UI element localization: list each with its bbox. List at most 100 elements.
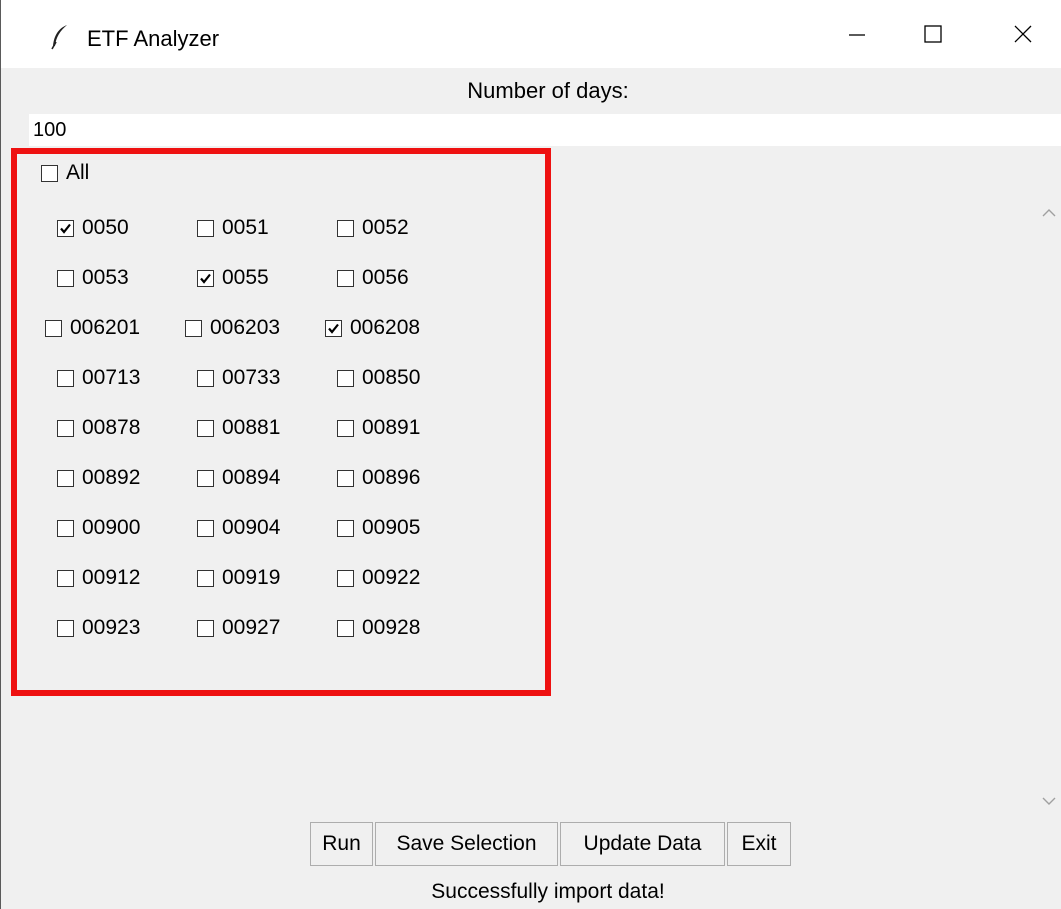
chevron-up-icon[interactable] [1041, 206, 1057, 220]
checkbox-box[interactable] [57, 269, 74, 287]
checkbox-label: 0051 [222, 216, 269, 239]
chevron-down-icon[interactable] [1041, 794, 1057, 808]
checkbox-etf-0052[interactable]: 0052 [337, 215, 409, 241]
checkbox-etf-00896[interactable]: 00896 [337, 465, 420, 491]
checkbox-etf-00881[interactable]: 00881 [197, 415, 280, 441]
maximize-icon [924, 25, 942, 43]
checkbox-label: All [66, 161, 90, 184]
days-label: Number of days: [467, 78, 629, 103]
checkbox-etf-00892[interactable]: 00892 [57, 465, 140, 491]
checkbox-etf-00878[interactable]: 00878 [57, 415, 140, 441]
checkbox-etf-00905[interactable]: 00905 [337, 515, 420, 541]
checkbox-box[interactable] [57, 219, 74, 237]
checkbox-box[interactable] [197, 519, 214, 537]
checkbox-label: 00905 [362, 516, 421, 539]
checkbox-etf-0053[interactable]: 0053 [57, 265, 129, 291]
checkbox-box[interactable] [197, 269, 214, 287]
checkbox-etf-00850[interactable]: 00850 [337, 365, 420, 391]
checkbox-box[interactable] [57, 419, 74, 437]
checkbox-label: 00878 [82, 416, 141, 439]
checkbox-box[interactable] [197, 419, 214, 437]
checkbox-etf-00923[interactable]: 00923 [57, 615, 140, 641]
checkbox-label: 00713 [82, 366, 141, 389]
checkbox-box[interactable] [197, 569, 214, 587]
checkbox-etf-00733[interactable]: 00733 [197, 365, 280, 391]
action-buttons: Run Save Selection Update Data Exit [310, 822, 793, 866]
minimize-icon [849, 34, 865, 36]
days-input[interactable] [29, 114, 1061, 146]
checkbox-box[interactable] [185, 319, 202, 337]
checkbox-box[interactable] [197, 469, 214, 487]
checkbox-box[interactable] [57, 369, 74, 387]
checkbox-label: 006201 [70, 316, 141, 339]
checkbox-box[interactable] [325, 319, 342, 337]
close-icon [1014, 25, 1032, 43]
checkbox-etf-0051[interactable]: 0051 [197, 215, 269, 241]
checkbox-etf-006208[interactable]: 006208 [325, 315, 420, 341]
checkbox-box[interactable] [197, 369, 214, 387]
checkbox-label: 00894 [222, 466, 281, 489]
checkbox-box[interactable] [337, 419, 354, 437]
checkbox-label: 00928 [362, 616, 421, 639]
app-window: ETF Analyzer Number of days: All 0050 0051… [0, 0, 1061, 909]
title-bar[interactable]: ETF Analyzer [1, 0, 1061, 68]
close-button[interactable] [993, 0, 1053, 68]
checkbox-box[interactable] [57, 469, 74, 487]
checkbox-label: 00850 [362, 366, 421, 389]
checkbox-label: 00904 [222, 516, 281, 539]
checkbox-box[interactable] [337, 219, 354, 237]
checkbox-box[interactable] [337, 519, 354, 537]
run-button[interactable]: Run [310, 822, 373, 866]
feather-icon [49, 24, 71, 50]
checkbox-box[interactable] [337, 569, 354, 587]
checkbox-box[interactable] [45, 319, 62, 337]
checkbox-etf-0050[interactable]: 0050 [57, 215, 129, 241]
checkbox-box[interactable] [337, 369, 354, 387]
checkbox-etf-00912[interactable]: 00912 [57, 565, 140, 591]
update-data-button[interactable]: Update Data [560, 822, 725, 866]
checkbox-etf-00919[interactable]: 00919 [197, 565, 280, 591]
checkbox-box[interactable] [197, 619, 214, 637]
save-selection-button[interactable]: Save Selection [375, 822, 558, 866]
checkbox-label: 00881 [222, 416, 281, 439]
checkbox-box[interactable] [337, 619, 354, 637]
checkbox-label: 00922 [362, 566, 421, 589]
minimize-button[interactable] [827, 0, 887, 68]
maximize-button[interactable] [903, 0, 963, 68]
checkbox-label: 00892 [82, 466, 141, 489]
checkbox-etf-00900[interactable]: 00900 [57, 515, 140, 541]
window-title: ETF Analyzer [87, 26, 220, 51]
checkbox-label: 00923 [82, 616, 141, 639]
checkbox-etf-00928[interactable]: 00928 [337, 615, 420, 641]
checkbox-etf-0055[interactable]: 0055 [197, 265, 269, 291]
checkbox-label: 0052 [362, 216, 409, 239]
checkbox-box[interactable] [197, 219, 214, 237]
checkbox-label: 00896 [362, 466, 421, 489]
checkbox-label: 00919 [222, 566, 281, 589]
checkbox-label: 00733 [222, 366, 281, 389]
checkbox-box[interactable] [337, 469, 354, 487]
checkbox-all[interactable]: All [41, 160, 89, 186]
checkbox-etf-00891[interactable]: 00891 [337, 415, 420, 441]
checkbox-etf-00894[interactable]: 00894 [197, 465, 280, 491]
checkbox-box[interactable] [41, 164, 58, 182]
checkbox-label: 0055 [222, 266, 269, 289]
checkbox-label: 00927 [222, 616, 281, 639]
checkbox-box[interactable] [57, 619, 74, 637]
checkbox-label: 006208 [350, 316, 421, 339]
checkbox-etf-00922[interactable]: 00922 [337, 565, 420, 591]
checkbox-etf-00904[interactable]: 00904 [197, 515, 280, 541]
checkbox-label: 0050 [82, 216, 129, 239]
checkbox-box[interactable] [57, 569, 74, 587]
checkbox-etf-006203[interactable]: 006203 [185, 315, 280, 341]
checkbox-etf-00927[interactable]: 00927 [197, 615, 280, 641]
checkbox-etf-00713[interactable]: 00713 [57, 365, 140, 391]
checkbox-etf-006201[interactable]: 006201 [45, 315, 140, 341]
exit-button[interactable]: Exit [727, 822, 791, 866]
checkbox-label: 0056 [362, 266, 409, 289]
checkbox-etf-0056[interactable]: 0056 [337, 265, 409, 291]
status-text: Successfully import data! [431, 880, 665, 903]
checkbox-label: 00912 [82, 566, 141, 589]
checkbox-box[interactable] [57, 519, 74, 537]
checkbox-box[interactable] [337, 269, 354, 287]
